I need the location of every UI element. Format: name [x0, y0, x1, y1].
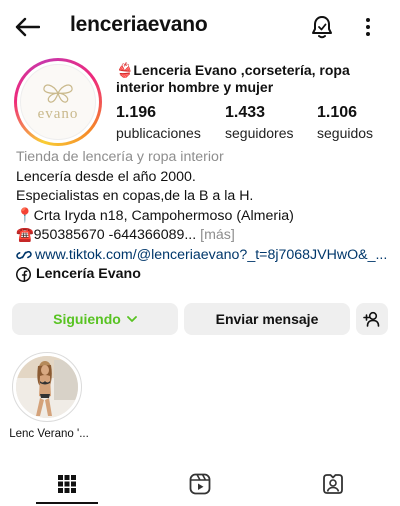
stat-following-label: seguidos — [317, 125, 374, 141]
tab-posts-grid[interactable] — [0, 464, 133, 504]
story-highlight[interactable]: Lenc Verano '... — [9, 352, 89, 440]
avatar-logo-text: evano — [37, 105, 79, 122]
grid-icon — [57, 475, 76, 493]
avatar: evano — [20, 64, 96, 140]
arrow-left-icon — [15, 17, 40, 37]
following-label: Siguiendo — [53, 311, 121, 327]
facebook-page-link[interactable]: Lencería Evano — [16, 266, 141, 282]
suggested-users-button[interactable] — [356, 303, 388, 335]
profile-bio: Tienda de lencería y ropa interior Lence… — [16, 148, 392, 265]
butterfly-logo-icon — [43, 83, 73, 103]
bio-link-text: www.tiktok.com/@lenceriaevano?_t=8j7068J… — [35, 246, 388, 263]
tab-tagged[interactable] — [266, 464, 399, 504]
send-message-button[interactable]: Enviar mensaje — [184, 303, 350, 335]
more-options-button[interactable] — [358, 13, 378, 41]
reels-icon — [189, 473, 210, 495]
stat-followers-label: seguidores — [225, 125, 294, 141]
profile-full-name: 👙Lenceria Evano ,corsetería, ropa interi… — [116, 62, 350, 95]
profile-avatar-ring[interactable]: evano — [14, 58, 102, 146]
profile-tabs — [0, 464, 400, 506]
bio-more-link[interactable]: [más] — [196, 227, 235, 243]
stat-posts-count: 1.196 — [116, 104, 157, 121]
more-vertical-icon — [366, 18, 370, 36]
profile-username: lenceriaevano — [70, 13, 208, 36]
back-button[interactable] — [12, 14, 42, 40]
highlight-ring — [12, 352, 82, 422]
notifications-button[interactable] — [308, 13, 336, 41]
bio-line: Especialistas en copas,de la B a la H. — [16, 188, 254, 204]
send-message-label: Enviar mensaje — [215, 311, 319, 327]
bell-icon — [312, 16, 332, 39]
tagged-icon — [322, 474, 343, 494]
top-bar: lenceriaevano — [0, 0, 400, 54]
bio-line: Lencería desde el año 2000. — [16, 168, 196, 185]
link-icon — [16, 251, 32, 260]
stat-followers-count: 1.433 — [225, 104, 266, 121]
stat-followers[interactable]: 1.433 seguidores — [225, 104, 294, 141]
active-tab-indicator — [36, 502, 98, 504]
bio-line: 📍Crta Iryda n18, Campohermoso (Almeria) — [16, 207, 294, 224]
highlight-cover-image — [16, 356, 78, 418]
stat-posts-label: publicaciones — [116, 125, 201, 141]
facebook-page-name: Lencería Evano — [36, 266, 141, 282]
bio-phone-line: ☎️950385670 -644366089... [más] — [16, 226, 392, 246]
profile-category: Tienda de lencería y ropa interior — [16, 149, 224, 165]
stat-following-count: 1.106 — [317, 104, 358, 121]
highlight-label: Lenc Verano '... — [9, 428, 89, 440]
stat-following[interactable]: 1.106 seguidos — [317, 104, 373, 141]
add-user-icon — [363, 311, 380, 327]
following-button[interactable]: Siguiendo — [12, 303, 178, 335]
bio-link[interactable]: www.tiktok.com/@lenceriaevano?_t=8j7068J… — [16, 246, 392, 266]
tab-reels[interactable] — [133, 464, 266, 504]
chevron-down-icon — [126, 315, 137, 322]
stat-posts[interactable]: 1.196 publicaciones — [116, 104, 201, 141]
highlight-photo — [16, 356, 78, 418]
bio-phone: ☎️950385670 -644366089... — [16, 227, 197, 243]
facebook-icon — [16, 266, 31, 282]
